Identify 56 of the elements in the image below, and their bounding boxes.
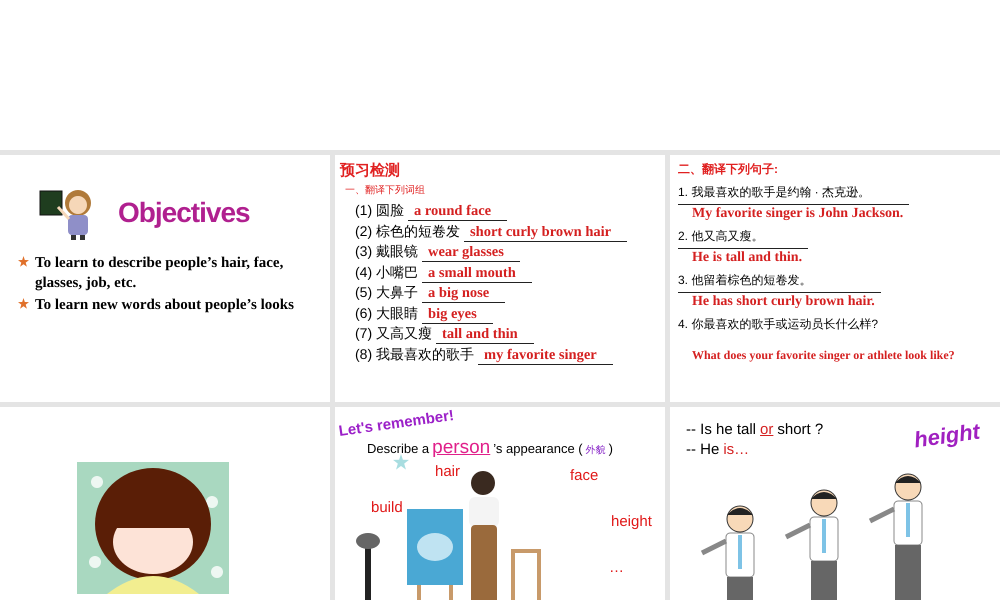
- sentence-prompt: 3. 他留着棕色的短卷发。: [678, 272, 812, 289]
- word-label: face: [570, 467, 598, 484]
- slide-subtitle: 一、翻译下列词组: [344, 184, 426, 198]
- note-text: 外貌: [586, 444, 606, 457]
- phrase-answer: a round face: [408, 203, 508, 221]
- word-label: …: [609, 559, 624, 576]
- sentence-answer: What does your favorite singer or athlete look like?: [691, 347, 956, 364]
- keyword-text: is…: [723, 440, 750, 460]
- star-icon: [18, 256, 29, 267]
- sentence-prompt: 2. 他又高又瘦。: [678, 228, 764, 245]
- slide-title: Objectives: [118, 197, 250, 229]
- word-label: height: [611, 513, 652, 530]
- phrase-prompt: (2) 棕色的短卷发: [355, 222, 460, 240]
- slide-thumbnail[interactable]: -- Is he tall or short ? -- He is… height: [670, 407, 1000, 600]
- sentence-answer: My favorite singer is John Jackson.: [678, 204, 910, 228]
- phrase-prompt: (6) 大眼睛: [355, 304, 418, 322]
- slide-thumbnail[interactable]: [0, 407, 330, 600]
- phrase-prompt: (1) 圆脸: [355, 202, 404, 220]
- slide-thumbnail[interactable]: Let's remember! Describe a person’s appearance ( 外貌 ) hair face build height …: [335, 407, 665, 600]
- bullet-text: To learn new words about people’s looks: [35, 296, 294, 315]
- word-label: hair: [435, 463, 460, 480]
- phrase-prompt: (7) 又高又瘦: [355, 325, 432, 343]
- heading-text: Describe a: [367, 441, 430, 456]
- heading-text: ): [608, 441, 613, 456]
- phrase-prompt: (8) 我最喜欢的歌手: [355, 346, 474, 364]
- sentence-answer: He has short curly brown hair.: [678, 292, 881, 316]
- keyword-text: or: [760, 420, 774, 440]
- phrase-prompt: (5) 大鼻子: [355, 284, 418, 302]
- banner-text: Let's remember!: [338, 407, 455, 440]
- keyword-text: person: [432, 437, 490, 459]
- word-label: height: [912, 418, 982, 454]
- phrase-answer: my favorite singer: [478, 346, 613, 364]
- sentence-prompt: 1. 我最喜欢的歌手是约翰 · 杰克逊。: [678, 184, 872, 201]
- slide-thumbnail[interactable]: [670, 155, 1000, 402]
- sentence-answer: He is tall and thin.: [678, 248, 808, 272]
- phrase-prompt: (4) 小嘴巴: [355, 264, 418, 282]
- phrase-answer: big eyes: [422, 306, 493, 324]
- slide-thumbnail[interactable]: Objectives To learn to describe people’s hair, face, glasses, job, etc. To learn new words about people’s looks: [0, 155, 330, 402]
- phrase-answer: a big nose: [422, 285, 506, 303]
- sentence-prompt: 4. 你最喜欢的歌手或运动员长什么样?: [678, 316, 880, 333]
- phrase-answer: short curly brown hair: [464, 224, 628, 242]
- answer-text: -- He: [686, 440, 720, 460]
- slide-title: 二、翻译下列句子:: [677, 161, 779, 178]
- slide-title: 预习检测: [338, 161, 401, 180]
- phrase-answer: a small mouth: [422, 264, 532, 282]
- star-icon: [393, 454, 409, 470]
- bullet-text: To learn to describe people’s hair, face, glasses, job, etc.: [35, 254, 284, 293]
- question-text: -- Is he tall: [686, 420, 756, 440]
- phrase-answer: wear glasses: [422, 244, 520, 262]
- phrase-answer: tall and thin: [436, 326, 534, 344]
- star-icon: [18, 298, 29, 309]
- phrase-prompt: (3) 戴眼镜: [355, 243, 418, 261]
- question-text: short ?: [777, 420, 824, 440]
- heading-text: ’s appearance (: [493, 441, 583, 456]
- word-label: build: [371, 499, 403, 516]
- slide-thumbnail[interactable]: 预习检测 一、翻译下列词组 (1) 圆脸 a round face (2) 棕色的短卷发 short curly brown hair (3) 戴眼镜 wear glasses (4) 小嘴巴 a small mouth (5) 大鼻子 a big nose (6) 大眼睛 big eyes (7) 又高又瘦 tall and thin (8) 我最喜欢的歌手 my favorite singer: [335, 155, 665, 402]
